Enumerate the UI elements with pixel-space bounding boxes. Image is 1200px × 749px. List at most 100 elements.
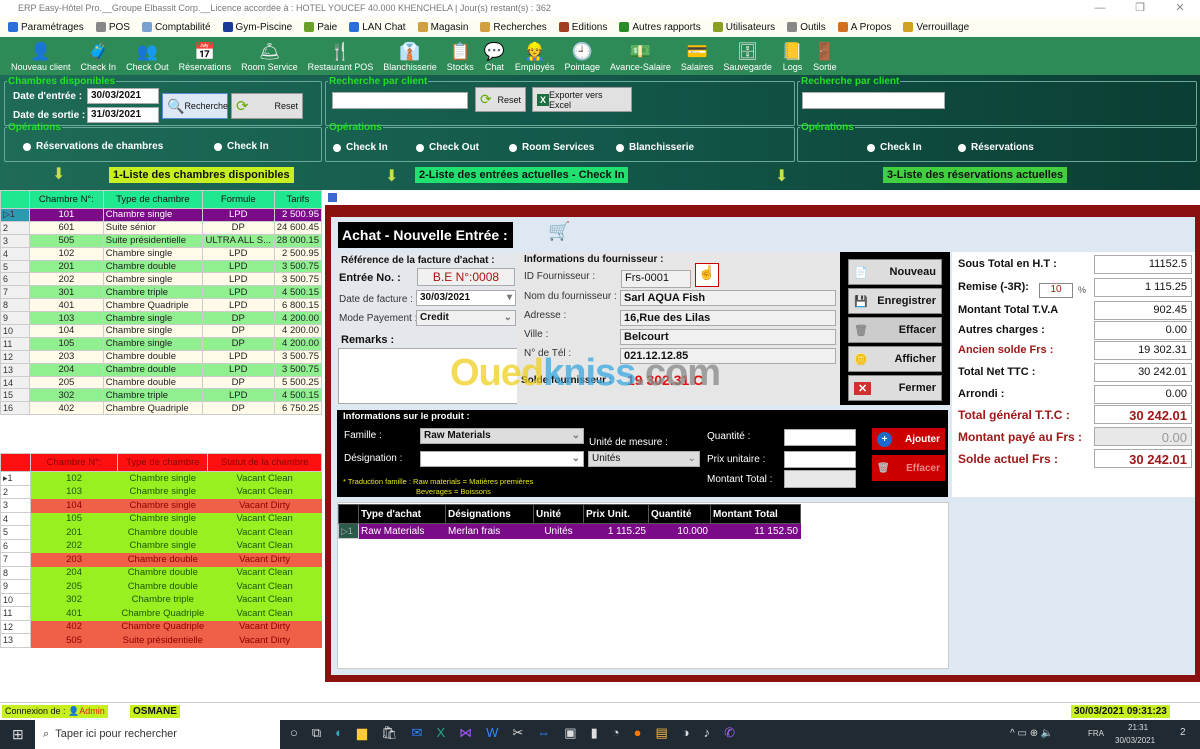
column-header[interactable]: Désignations [445,504,534,524]
table-row[interactable]: ▷1 Raw Materials Merlan frais Unités 1 115.2… [338,523,801,539]
toolbar-button[interactable]: 📅 Réservations [174,37,237,75]
table-row[interactable]: 11 401 Chambre Quadriple Vacant Clean [0,606,322,621]
menu-item[interactable]: Paramétrages [8,22,84,33]
table-row[interactable]: 15 302 Chambre triple LPD 4 500.15 [0,388,323,403]
toolbar-button[interactable]: 📒 Logs [777,37,808,75]
reset-button[interactable]: ⟳ Reset [231,93,303,119]
tools-icon[interactable]: ✂ [512,725,523,741]
cortana-icon[interactable]: ○ [290,725,298,741]
quantite-input[interactable] [784,429,856,446]
word-icon[interactable]: W [486,725,498,741]
toolbar-button[interactable]: 🧳 Check In [76,37,122,75]
table-row[interactable]: 13 505 Suite présidentielle Vacant Dirty [0,633,322,648]
famille-select[interactable]: Raw Materials ⌄ [420,428,584,444]
enregistrer-button[interactable]: 💾 Enregistrer [848,288,942,314]
recherche-client-input-2[interactable] [332,92,468,109]
firefox-icon[interactable]: ● [634,725,642,741]
app-icon[interactable]: ♪ [704,725,711,741]
column-header[interactable]: Quantité [648,504,711,524]
unite-select[interactable]: Unités ⌄ [588,451,700,467]
menu-item[interactable]: Autres rapports [619,22,701,33]
column-header[interactable]: Statut de la chambre [207,453,322,472]
menu-item[interactable]: Verrouillage [903,22,969,33]
language-indicator[interactable]: FRA [1088,729,1104,738]
notifications-button[interactable]: 2 [1180,727,1186,738]
prix-unitaire-input[interactable] [784,451,856,468]
radio-check-in-1[interactable]: Check In [214,141,269,152]
column-header[interactable]: Montant Total [710,504,801,524]
table-row[interactable]: 4 105 Chambre single Vacant Clean [0,511,322,526]
id-fournisseur-field[interactable]: Frs-0001 [621,270,691,288]
table-row[interactable]: 12 402 Chambre Quadriple Vacant Dirty [0,619,322,634]
nouveau-button[interactable]: 📄 Nouveau [848,259,942,285]
table-row[interactable]: ▷1 101 Chambre single LPD 2 500.95 [0,208,323,222]
radio-room-services[interactable]: Room Services [509,142,594,153]
table-row[interactable]: 5 201 Chambre double Vacant Clean [0,525,322,540]
table-row[interactable]: 14 205 Chambre double DP 5 500.25 [0,375,323,390]
radio-blanchisserie[interactable]: Blanchisserie [616,142,694,153]
menu-item[interactable]: Recherches [480,22,547,33]
column-header[interactable]: Formule [201,190,275,209]
toolbar-button[interactable]: 👔 Blanchisserie [378,37,442,75]
table-row[interactable]: 8 401 Chambre Quadriple LPD 6 800.15 [0,298,323,313]
visual-studio-icon[interactable]: ⋈ [459,725,472,741]
column-header[interactable]: Type de chambre [102,190,203,209]
select-fournisseur-button[interactable]: ☝ [695,263,719,287]
date-facture-picker[interactable]: 30/03/2021 ▾ [416,290,516,306]
column-header[interactable]: Prix Unit. [583,504,649,524]
toolbar-button[interactable]: 👥 Check Out [121,37,174,75]
app-icon[interactable]: ▮ [591,725,598,741]
mail-icon[interactable]: ✉ [412,725,423,741]
table-row[interactable]: 16 402 Chambre Quadriple DP 6 750.25 [0,401,323,416]
table-row[interactable]: 9 103 Chambre single DP 4 200.00 [0,311,323,326]
toolbar-button[interactable]: 💬 Chat [479,37,510,75]
store-icon[interactable]: 🛍 [381,725,398,741]
recherche-button[interactable]: 🔍 Recherche [162,93,228,119]
table-row[interactable]: 4 102 Chambre single LPD 2 500.95 [0,246,323,261]
winrar-icon[interactable]: ▤ [655,725,667,741]
app-icon[interactable]: ▣ [564,725,576,741]
table-row[interactable]: 7 203 Chambre double Vacant Dirty [0,552,322,567]
table-row[interactable]: 3 104 Chambre single Vacant Dirty [0,498,322,513]
menu-item[interactable]: Paie [304,22,337,33]
montant-total-input[interactable] [784,470,856,488]
column-header[interactable]: Unité [533,504,584,524]
date-entree-picker[interactable]: 30/03/2021 [87,88,159,104]
excel-icon[interactable]: X [436,725,445,741]
system-tray-icons[interactable]: ^ ▭ ⊕ 🔈 [1010,728,1053,739]
table-row[interactable]: 9 205 Chambre double Vacant Clean [0,579,322,594]
toolbar-button[interactable]: 🛎 Room Service [236,37,303,75]
menu-item[interactable]: A Propos [837,22,891,33]
menu-item[interactable]: Magasin [417,22,468,33]
table-row[interactable]: 2 103 Chambre single Vacant Clean [0,484,322,499]
table-row[interactable]: 6 202 Chambre single Vacant Clean [0,538,322,553]
minimize-button[interactable]: — [1080,0,1120,17]
afficher-button[interactable]: 🪙 Afficher [848,346,942,372]
app-icon[interactable]: ◑ [682,725,690,741]
radio-check-in-2[interactable]: Check In [333,142,388,153]
table-row[interactable]: 10 104 Chambre single DP 4 200.00 [0,324,323,338]
toolbar-button[interactable]: 👤 Nouveau client [6,37,76,75]
remarks-textarea[interactable] [338,348,518,404]
toolbar-button[interactable]: 🚪 Sortie [808,37,842,75]
table-row[interactable]: 13 204 Chambre double LPD 3 500.75 [0,362,323,377]
toolbar-button[interactable]: 💵 Avance-Salaire [605,37,676,75]
toolbar-button[interactable]: 🗄 Sauvegarde [718,37,777,75]
toolbar-button[interactable]: 💳 Salaires [676,37,719,75]
column-header[interactable]: Chambre N°: [28,190,104,209]
edge-icon[interactable]: ◐ [335,725,343,741]
file-explorer-icon[interactable]: ▆ [357,725,367,741]
toolbar-button[interactable]: 👷 Employés [510,37,560,75]
recherche-client-input-3[interactable] [802,92,945,109]
designation-select[interactable]: ⌄ [420,451,584,467]
menu-item[interactable]: POS [95,22,130,33]
export-excel-button[interactable]: X Exporter vers Excel [532,87,632,112]
menu-item[interactable]: Editions [558,22,607,33]
table-row[interactable]: ▸1 102 Chambre single Vacant Clean [0,471,322,486]
ajouter-button[interactable]: + Ajouter [872,428,945,450]
app-icon[interactable]: ◔ [612,725,620,741]
menu-item[interactable]: Utilisateurs [712,22,775,33]
menu-item[interactable]: Comptabilité [141,22,211,33]
maximize-button[interactable]: ❐ [1120,0,1160,17]
date-sortie-picker[interactable]: 31/03/2021 [87,107,159,123]
